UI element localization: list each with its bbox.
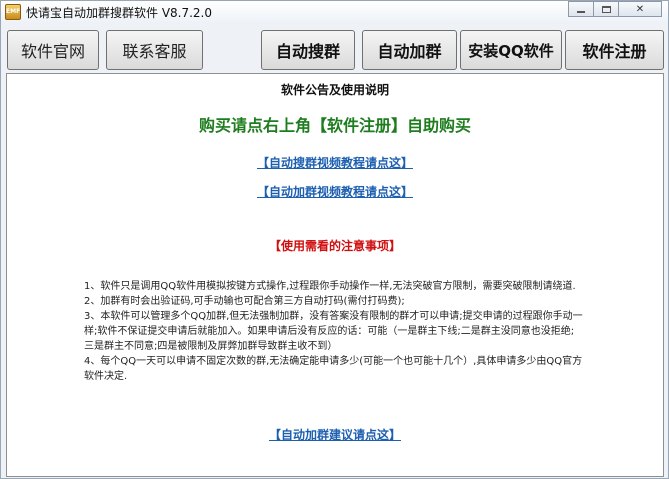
close-button[interactable]: ✕ [618, 1, 662, 17]
minimize-icon [577, 10, 585, 13]
contact-support-button[interactable]: 联系客服 [106, 30, 203, 70]
search-video-tutorial-link[interactable]: 【自动搜群视频教程请点这】 [7, 154, 663, 171]
purchase-instruction: 购买请点右上角【软件注册】自助购买 [198, 116, 471, 135]
auto-join-groups-button[interactable]: 自动加群 [362, 30, 457, 70]
official-site-button[interactable]: 软件官网 [7, 30, 99, 70]
note-item: 3、本软件可以管理多个QQ加群,但无法强制加群，没有答案没有限制的群才可以申请;… [84, 311, 583, 352]
app-logo-icon: EMF [5, 4, 21, 20]
note-item: 2、加群有时会出验证码,可手动输也可配合第三方自动打码(需付打码费); [84, 296, 405, 307]
usage-notes: 1、软件只是调用QQ软件用模拟按键方式操作,过程跟你手动操作一样,无法突破官方限… [84, 279, 584, 384]
maximize-button[interactable] [593, 1, 619, 17]
close-icon: ✕ [635, 3, 645, 15]
install-qq-button[interactable]: 安装QQ软件 [460, 30, 562, 70]
toolbar: 软件官网 联系客服 自动搜群 自动加群 安装QQ软件 软件注册 [1, 25, 668, 73]
software-register-button[interactable]: 软件注册 [565, 30, 664, 70]
title-bar[interactable]: EMF 快请宝自动加群搜群软件 V8.7.2.0 ✕ [1, 1, 668, 23]
maximize-icon [601, 5, 611, 13]
window-title: 快请宝自动加群搜群软件 V8.7.2.0 [26, 6, 213, 20]
minimize-button[interactable] [568, 1, 594, 17]
app-window: EMF 快请宝自动加群搜群软件 V8.7.2.0 ✕ 软件官网 联系客服 自动搜… [0, 0, 669, 479]
note-item: 1、软件只是调用QQ软件用模拟按键方式操作,过程跟你手动操作一样,无法突破官方限… [84, 281, 576, 292]
notice-title: 软件公告及使用说明 [280, 83, 389, 97]
auto-search-groups-button[interactable]: 自动搜群 [261, 30, 355, 70]
notice-warning-title: 【使用需看的注意事项】 [268, 239, 401, 253]
join-suggestion-link[interactable]: 【自动加群建议请点这】 [7, 426, 663, 443]
join-video-tutorial-link[interactable]: 【自动加群视频教程请点这】 [7, 183, 663, 200]
note-item: 4、每个QQ一天可以申请不固定次数的群,无法确定能申请多少(可能一个也可能十几个… [84, 356, 583, 382]
window-controls: ✕ [568, 1, 662, 17]
announcement-panel: 软件公告及使用说明 购买请点右上角【软件注册】自助购买 【自动搜群视频教程请点这… [6, 73, 664, 477]
